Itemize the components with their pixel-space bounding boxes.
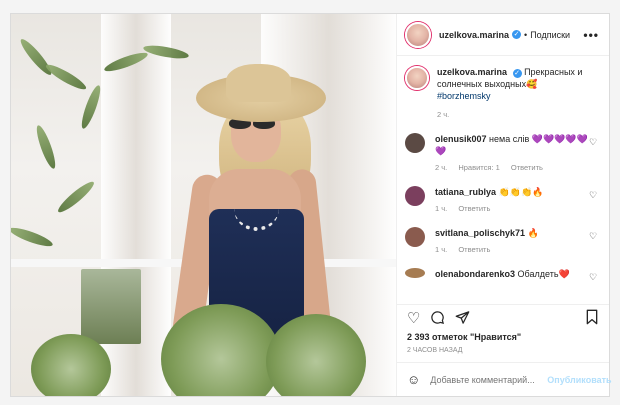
comment-item: olenabondarenko3 Обалдеть❤️ ♡ [405, 268, 599, 283]
caption: uzelkova.marina ✓ Прекрасных и солнечных… [405, 66, 599, 121]
heart-icon[interactable]: ♡ [589, 137, 599, 148]
heart-icon[interactable]: ♡ [407, 311, 420, 326]
comment-text: 👏👏👏🔥 [498, 187, 544, 197]
comment-item: svitlana_polischyk71 🔥 1 ч. Ответить ♡ [405, 227, 599, 256]
olive-leaf [33, 123, 59, 171]
verified-badge-icon: ✓ [512, 69, 522, 78]
post-side-panel: uzelkova.marina ✓ • Подписки ••• uzelkov… [396, 14, 612, 396]
comment-time: 2 ч. [435, 163, 448, 172]
following-button[interactable]: Подписки [530, 30, 570, 40]
comment-input[interactable] [430, 374, 548, 385]
instagram-post: uzelkova.marina ✓ • Подписки ••• uzelkov… [10, 13, 612, 397]
comment-likes[interactable]: Нравится: 1 [458, 163, 499, 172]
avatar[interactable] [405, 186, 425, 206]
avatar[interactable] [405, 227, 425, 247]
hashtag-link[interactable]: #borzhemsky [437, 91, 491, 101]
comment-username[interactable]: olenabondarenko3 [435, 269, 515, 279]
share-icon[interactable] [455, 310, 470, 328]
caption-time: 2 ч. [437, 110, 450, 119]
bookmark-icon[interactable] [585, 309, 599, 329]
heart-icon[interactable]: ♡ [589, 231, 599, 242]
comment-time: 1 ч. [435, 245, 448, 254]
post-header: uzelkova.marina ✓ • Подписки ••• [397, 14, 609, 56]
olive-leaf [55, 178, 97, 216]
olive-leaf [43, 61, 89, 93]
comment-username[interactable]: olenusik007 [435, 134, 487, 144]
comment-username[interactable]: tatiana_rublya [435, 187, 496, 197]
comment-item: olenusik007 нема слів 💜💜💜💜💜💜 2 ч. Нравит… [405, 133, 599, 174]
avatar[interactable] [405, 21, 431, 48]
reply-button[interactable]: Ответить [458, 204, 490, 213]
comment-text: Обалдеть❤️ [517, 269, 570, 279]
comment-icon[interactable] [430, 310, 445, 328]
olive-leaf [11, 224, 55, 250]
post-time-ago: 2 ЧАСОВ НАЗАД [407, 347, 463, 354]
comment-username[interactable]: svitlana_polischyk71 [435, 228, 525, 238]
avatar[interactable] [405, 66, 429, 90]
avatar[interactable] [405, 133, 425, 153]
comment-item: tatiana_rublya 👏👏👏🔥 1 ч. Ответить ♡ [405, 186, 599, 215]
verified-badge-icon: ✓ [512, 30, 522, 39]
emoji-icon[interactable]: ☺ [407, 372, 420, 387]
post-photo[interactable] [11, 14, 396, 396]
more-options-icon[interactable]: ••• [583, 28, 599, 42]
olive-leaf [78, 83, 104, 131]
likes-count[interactable]: 2 393 отметок "Нравится" [397, 332, 609, 342]
comment-text: 🔥 [527, 228, 539, 238]
action-bar: ♡ [397, 304, 609, 332]
heart-icon[interactable]: ♡ [589, 272, 599, 283]
add-comment-bar: ☺ Опубликовать [397, 362, 612, 396]
comment-time: 1 ч. [435, 204, 448, 213]
reply-button[interactable]: Ответить [511, 163, 543, 172]
publish-button[interactable]: Опубликовать [547, 375, 611, 385]
reply-button[interactable]: Ответить [458, 245, 490, 254]
foreground-plant [31, 334, 111, 396]
comments-list[interactable]: uzelkova.marina ✓ Прекрасных и солнечных… [397, 56, 609, 304]
background-greenery [81, 269, 141, 344]
header-username[interactable]: uzelkova.marina [439, 30, 509, 40]
avatar[interactable] [405, 268, 425, 278]
heart-icon[interactable]: ♡ [589, 190, 599, 201]
caption-username[interactable]: uzelkova.marina [437, 67, 507, 77]
